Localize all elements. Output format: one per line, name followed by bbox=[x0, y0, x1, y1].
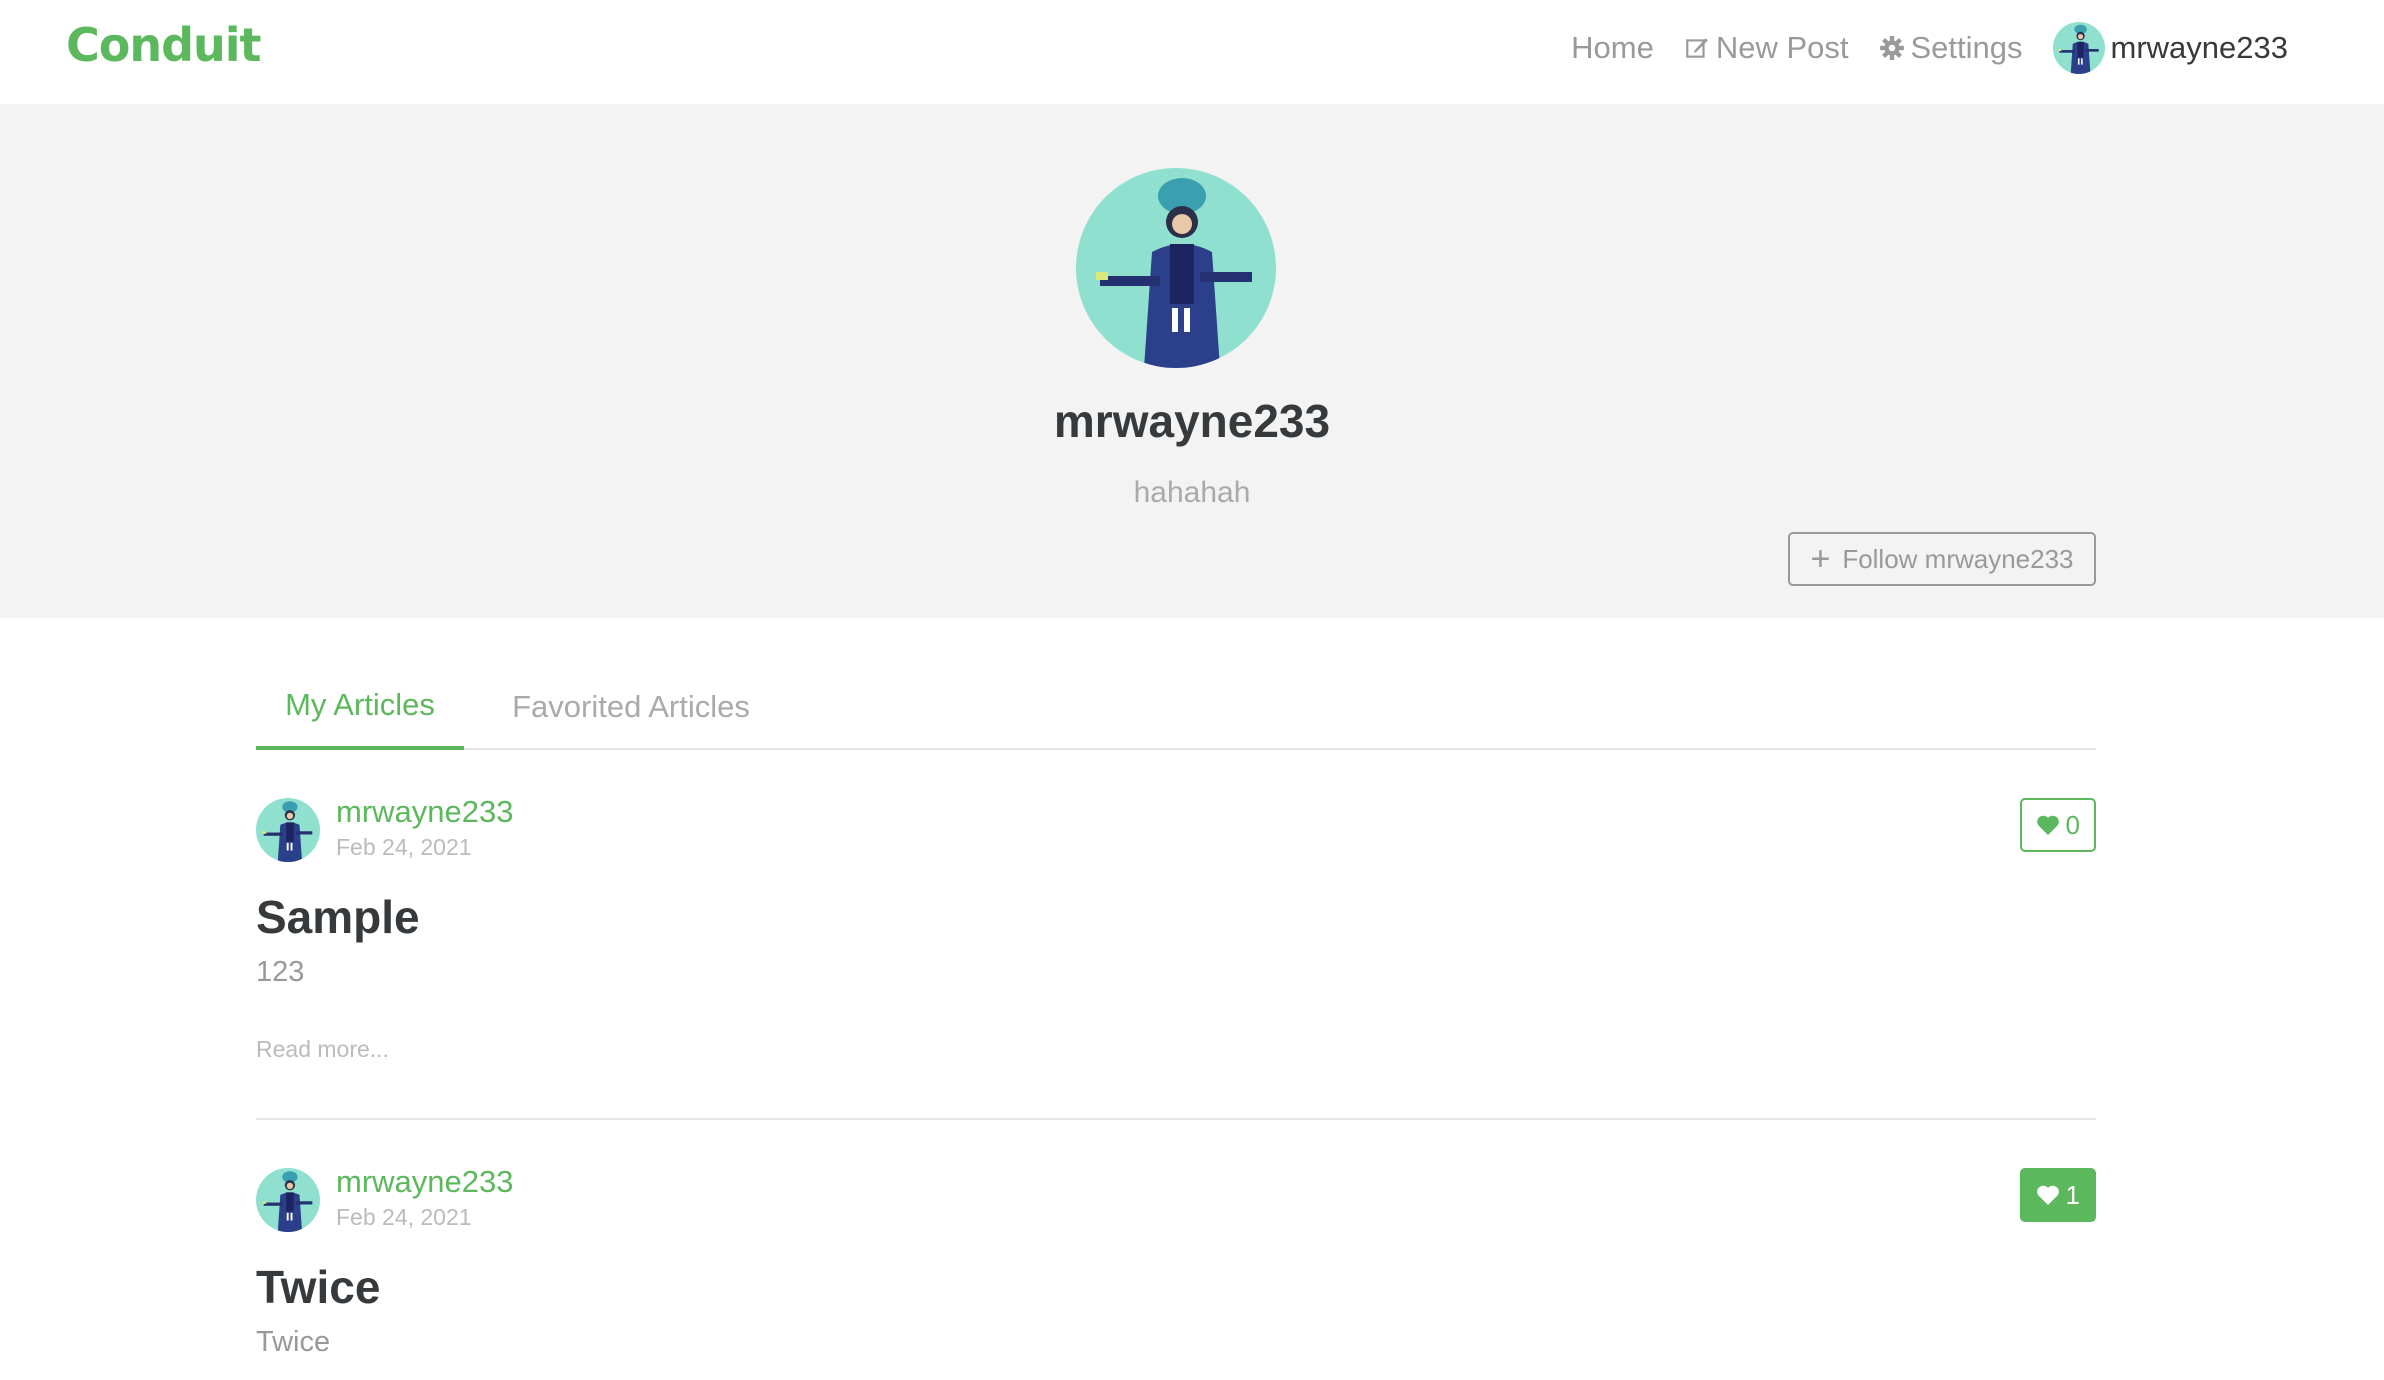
profile-bio: hahahah bbox=[1133, 476, 1251, 509]
favorite-button[interactable]: 0 bbox=[2019, 798, 2096, 852]
favorite-count: 1 bbox=[2065, 1179, 2080, 1210]
follow-user-button[interactable]: + Follow mrwayne233 bbox=[1788, 532, 2096, 586]
article-date: Feb 24, 2021 bbox=[336, 1204, 472, 1230]
article-title[interactable]: Twice bbox=[256, 1260, 380, 1314]
tab-my-articles[interactable]: My Articles bbox=[256, 664, 464, 750]
read-more-link[interactable]: Read more... bbox=[256, 1036, 389, 1063]
profile-banner: mrwayne233 hahahah + Follow mrwayne233 bbox=[0, 104, 2384, 618]
favorite-count: 0 bbox=[2065, 809, 2080, 840]
article-description[interactable]: 123 bbox=[256, 956, 304, 989]
article-preview: mrwayne233 Feb 24, 2021 0 Sample 123 Rea… bbox=[256, 794, 2096, 1120]
heart-icon bbox=[2036, 815, 2059, 835]
nav-settings-label: Settings bbox=[1910, 30, 2023, 65]
nav-home-link[interactable]: Home bbox=[1571, 30, 1654, 66]
nav-new-post-link[interactable]: New Post bbox=[1684, 30, 1849, 66]
nav-menu: Home New Post Settings mrwayne233 bbox=[1541, 0, 2288, 96]
article-author-link[interactable]: mrwayne233 bbox=[336, 794, 513, 830]
nav-new-post-label: New Post bbox=[1715, 30, 1849, 65]
author-avatar[interactable] bbox=[256, 1168, 320, 1232]
article-title[interactable]: Sample bbox=[256, 890, 420, 944]
user-avatar bbox=[2053, 22, 2105, 74]
profile-avatar bbox=[1076, 168, 1276, 368]
edit-icon bbox=[1685, 38, 1708, 58]
brand-logo[interactable]: Conduit bbox=[66, 18, 262, 72]
favorite-button[interactable]: 1 bbox=[2019, 1168, 2096, 1222]
plus-icon: + bbox=[1810, 540, 1831, 578]
article-author-link[interactable]: mrwayne233 bbox=[336, 1164, 513, 1200]
article-preview: mrwayne233 Feb 24, 2021 1 Twice Twice bbox=[256, 1164, 2096, 1380]
author-avatar[interactable] bbox=[256, 798, 320, 862]
heart-icon bbox=[2036, 1185, 2059, 1205]
article-date: Feb 24, 2021 bbox=[336, 834, 472, 860]
profile-username: mrwayne233 bbox=[1053, 395, 1331, 447]
article-tabs: My Articles Favorited Articles bbox=[256, 664, 2096, 750]
gear-icon bbox=[1879, 36, 1904, 60]
article-description[interactable]: Twice bbox=[256, 1326, 330, 1359]
nav-settings-link[interactable]: Settings bbox=[1879, 30, 2023, 66]
nav-profile-link[interactable]: mrwayne233 bbox=[2053, 22, 2288, 74]
tab-favorited-articles[interactable]: Favorited Articles bbox=[496, 664, 766, 750]
follow-button-label: Follow mrwayne233 bbox=[1842, 543, 2074, 574]
navbar: Conduit Home New Post Settings mrwayne23… bbox=[0, 0, 2384, 104]
nav-username: mrwayne233 bbox=[2110, 30, 2288, 65]
